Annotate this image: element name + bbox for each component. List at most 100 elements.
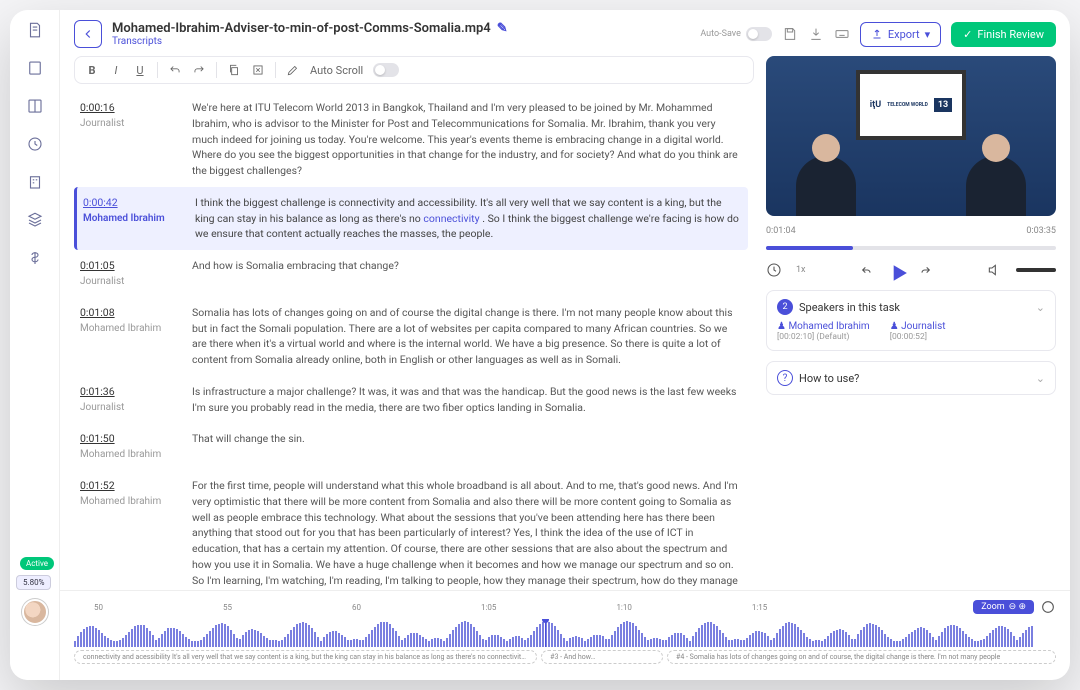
transcript-segment[interactable]: 0:01:36JournalistIs infrastructure a maj… bbox=[74, 376, 748, 424]
columns-icon[interactable] bbox=[25, 96, 45, 116]
file-title: Mohamed-Ibrahim-Adviser-to-min-of-post-C… bbox=[112, 21, 491, 36]
segment-text[interactable]: For the first time, people will understa… bbox=[192, 478, 742, 590]
time-current: 0:01:04 bbox=[766, 226, 796, 236]
segment-timestamp[interactable]: 0:00:42 bbox=[83, 195, 175, 211]
back-button[interactable] bbox=[74, 20, 102, 48]
segment-text[interactable]: Somalia has lots of changes going on and… bbox=[192, 305, 742, 368]
zoom-button[interactable]: Zoom ⊖ ⊕ bbox=[973, 600, 1034, 614]
rewind-button[interactable] bbox=[858, 262, 874, 278]
video-player[interactable]: iţU TELECOM WORLD 13 bbox=[766, 56, 1056, 216]
segment-speaker: Mohamed Ibrahim bbox=[80, 447, 172, 462]
logo-icon[interactable] bbox=[25, 20, 45, 40]
speaker-name[interactable]: ♟ Journalist bbox=[890, 321, 946, 332]
editor-toolbar: B I U Auto Scroll bbox=[74, 56, 754, 84]
person-left bbox=[786, 116, 866, 216]
transcript-segment[interactable]: 0:01:05Journalist And how is Somalia embr… bbox=[74, 250, 748, 297]
play-button[interactable] bbox=[888, 262, 904, 278]
clear-button[interactable] bbox=[251, 63, 265, 77]
year-badge: 13 bbox=[934, 98, 952, 112]
bold-button[interactable]: B bbox=[85, 63, 99, 77]
waveform[interactable] bbox=[74, 619, 1056, 647]
chevron-down-icon: ▾ bbox=[925, 28, 931, 41]
percentage-badge: 5.80% bbox=[16, 575, 51, 590]
highlight-button[interactable] bbox=[286, 63, 300, 77]
finish-review-button[interactable]: ✓ Finish Review bbox=[951, 22, 1056, 47]
segment-speaker: Mohamed Ibrahim bbox=[83, 211, 175, 226]
telecom-world-logo: TELECOM WORLD bbox=[887, 103, 928, 108]
highlighted-keyword: connectivity bbox=[423, 212, 479, 225]
transcript-segment[interactable]: 0:01:50Mohamed Ibrahim That will change t… bbox=[74, 423, 748, 470]
italic-button[interactable]: I bbox=[109, 63, 123, 77]
speed-button[interactable] bbox=[766, 262, 782, 278]
transcript-segment[interactable]: 0:00:16Journalist We're here at ITU Telec… bbox=[74, 92, 748, 187]
speed-label: 1x bbox=[796, 265, 806, 275]
clock-icon[interactable] bbox=[25, 134, 45, 154]
save-icon[interactable] bbox=[782, 26, 798, 42]
transcript-column: B I U Auto Scroll 0:00:16JournalistWe're… bbox=[74, 56, 754, 590]
download-icon[interactable] bbox=[808, 26, 824, 42]
video-board: iţU TELECOM WORLD 13 bbox=[856, 70, 966, 140]
timeline-segment[interactable]: #3 - And how… bbox=[541, 650, 663, 664]
redo-button[interactable] bbox=[192, 63, 206, 77]
video-progress[interactable] bbox=[766, 246, 1056, 250]
forward-button[interactable] bbox=[918, 262, 934, 278]
segment-speaker: Mohamed Ibrahim bbox=[80, 494, 172, 509]
speakers-panel: 2 Speakers in this task ⌄ ♟ Mohamed Ibra… bbox=[766, 290, 1056, 351]
segment-timestamp[interactable]: 0:01:52 bbox=[80, 478, 172, 494]
autosave-toggle[interactable] bbox=[746, 27, 772, 41]
autosave-label: Auto-Save bbox=[700, 29, 741, 39]
segment-timestamp[interactable]: 0:01:08 bbox=[80, 305, 172, 321]
speaker-duration: [00:00:52] bbox=[890, 332, 946, 342]
segment-text[interactable]: That will change the sin. bbox=[192, 431, 742, 462]
segment-text[interactable]: Is infrastructure a major challenge? It … bbox=[192, 384, 742, 416]
copy-button[interactable] bbox=[227, 63, 241, 77]
export-label: Export bbox=[888, 28, 920, 41]
transcript-segment[interactable]: 0:01:08Mohamed Ibrahim Somalia has lots o… bbox=[74, 297, 748, 376]
finish-label: Finish Review bbox=[977, 28, 1044, 41]
howto-panel[interactable]: ? How to use? ⌄ bbox=[766, 361, 1056, 395]
user-avatar[interactable] bbox=[22, 599, 48, 625]
question-icon: ? bbox=[777, 370, 793, 386]
segment-text[interactable]: I think the biggest challenge is connect… bbox=[195, 195, 742, 242]
tick-label: 55 bbox=[223, 603, 232, 612]
building-icon[interactable] bbox=[25, 172, 45, 192]
segment-speaker: Journalist bbox=[80, 116, 172, 131]
underline-button[interactable]: U bbox=[133, 63, 147, 77]
segment-speaker: Mohamed Ibrahim bbox=[80, 321, 172, 336]
segment-text[interactable]: And how is Somalia embracing that change… bbox=[192, 258, 742, 289]
tick-label: 60 bbox=[352, 603, 361, 612]
transcript-list[interactable]: 0:00:16JournalistWe're here at ITU Telec… bbox=[74, 92, 754, 590]
dollar-icon[interactable] bbox=[25, 248, 45, 268]
segment-timestamp[interactable]: 0:00:16 bbox=[80, 100, 172, 116]
timeline-segment[interactable]: connectivity and acessibility It's all v… bbox=[74, 650, 537, 664]
book-icon[interactable] bbox=[25, 58, 45, 78]
autoscroll-toggle[interactable] bbox=[373, 63, 399, 77]
undo-button[interactable] bbox=[168, 63, 182, 77]
segment-timestamp[interactable]: 0:01:05 bbox=[80, 258, 172, 274]
edit-title-icon[interactable]: ✎ bbox=[497, 21, 508, 36]
tick-label: 1:10 bbox=[616, 603, 631, 612]
export-button[interactable]: Export ▾ bbox=[860, 22, 941, 47]
playhead[interactable] bbox=[545, 619, 546, 647]
segment-timestamp[interactable]: 0:01:50 bbox=[80, 431, 172, 447]
chevron-down-icon[interactable]: ⌄ bbox=[1036, 301, 1045, 314]
check-icon: ✓ bbox=[963, 28, 972, 41]
content-row: B I U Auto Scroll 0:00:16JournalistWe're… bbox=[60, 52, 1070, 590]
autosave-toggle-group: Auto-Save bbox=[700, 27, 772, 41]
transcript-segment[interactable]: 0:01:52Mohamed Ibrahim For the first time… bbox=[74, 470, 748, 590]
breadcrumb[interactable]: Transcripts bbox=[112, 36, 508, 47]
segment-timestamp[interactable]: 0:01:36 bbox=[80, 384, 172, 400]
time-total: 0:03:35 bbox=[1026, 226, 1056, 236]
segment-speaker: Journalist bbox=[80, 274, 172, 289]
speaker-name[interactable]: ♟ Mohamed Ibrahim bbox=[777, 321, 870, 332]
keyboard-icon[interactable] bbox=[834, 26, 850, 42]
tick-label: 1:05 bbox=[481, 603, 496, 612]
autoscroll-label: Auto Scroll bbox=[310, 64, 363, 77]
volume-icon[interactable] bbox=[986, 262, 1002, 278]
segment-text[interactable]: We're here at ITU Telecom World 2013 in … bbox=[192, 100, 742, 179]
timeline-segment[interactable]: #4 - Somalia has lots of changes going o… bbox=[667, 650, 1056, 664]
timeline-settings-icon[interactable] bbox=[1040, 599, 1056, 615]
volume-slider[interactable] bbox=[1016, 268, 1056, 272]
transcript-segment[interactable]: 0:00:42Mohamed Ibrahim I think the bigges… bbox=[74, 187, 748, 250]
layers-icon[interactable] bbox=[25, 210, 45, 230]
